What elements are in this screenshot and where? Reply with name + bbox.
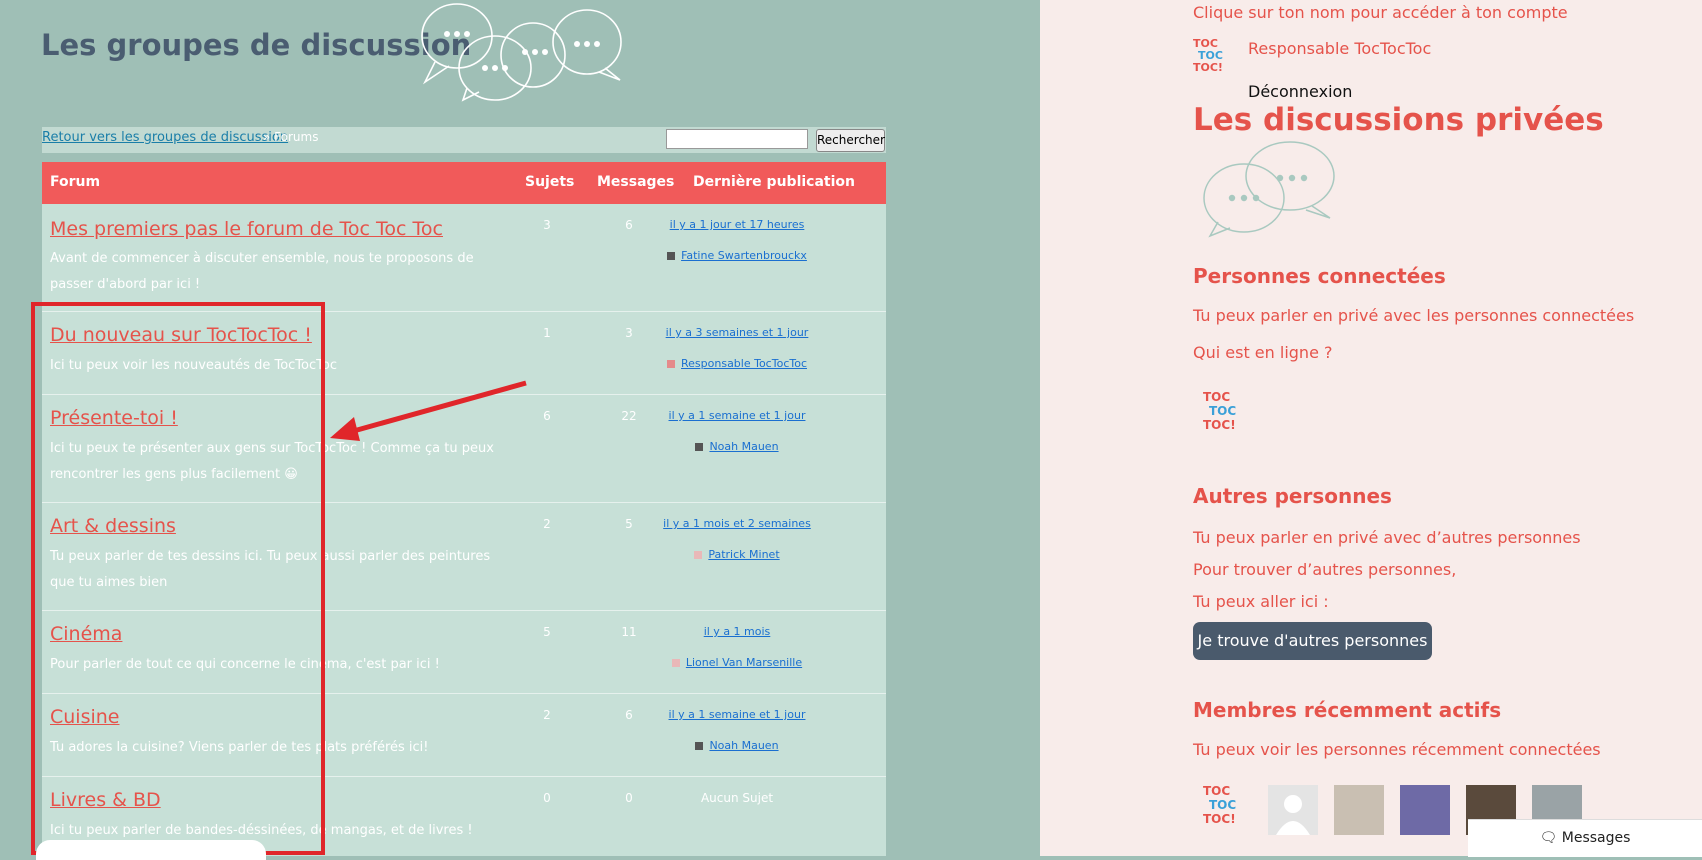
forum-panel: Les groupes de discussion Retour vers le… — [0, 0, 1040, 860]
last-post-author[interactable]: Fatine Swartenbrouckx — [594, 249, 880, 262]
find-people-button[interactable]: Je trouve d'autres personnes — [1193, 622, 1432, 660]
toctoctoc-logo[interactable]: TOC TOC TOC! — [1203, 391, 1247, 436]
others-title: Autres personnes — [1193, 484, 1392, 508]
header-messages: Messages — [597, 174, 675, 190]
account-hint: Clique sur ton nom pour accéder à ton co… — [1193, 3, 1568, 22]
chat-icon: 🗨 — [1539, 830, 1558, 846]
avatar[interactable] — [1334, 785, 1384, 835]
last-post-link[interactable]: il y a 1 semaine et 1 jour — [594, 708, 880, 721]
avatar[interactable] — [1268, 785, 1318, 835]
table-header: Forum Sujets Messages Dernière publicati… — [42, 162, 886, 204]
last-post-author[interactable]: Patrick Minet — [594, 548, 880, 561]
search-button[interactable]: Rechercher — [816, 129, 885, 152]
last-post-link[interactable]: il y a 1 mois — [594, 625, 880, 638]
avatar — [695, 443, 704, 451]
avatar[interactable] — [1400, 785, 1450, 835]
header-topics: Sujets — [525, 174, 575, 190]
annotation-arrow-icon — [330, 380, 527, 441]
topics-count: 2 — [543, 708, 551, 722]
last-post-author[interactable]: Lionel Van Marsenille — [594, 656, 880, 669]
topics-count: 3 — [543, 218, 551, 232]
avatar — [694, 551, 703, 559]
toctoctoc-logo[interactable]: TOC TOC TOC! — [1203, 785, 1247, 830]
last-post-link[interactable]: il y a 3 semaines et 1 jour — [594, 326, 880, 339]
search-input[interactable] — [666, 129, 808, 149]
avatar — [671, 659, 680, 667]
forum-toolbar: Retour vers les groupes de discussion » … — [42, 127, 886, 153]
last-post-link[interactable]: il y a 1 semaine et 1 jour — [594, 409, 880, 422]
connected-title: Personnes connectées — [1193, 264, 1446, 288]
bottom-tab — [36, 840, 266, 860]
logout-link[interactable]: Déconnexion — [1248, 82, 1352, 101]
topics-count: 0 — [543, 791, 551, 805]
private-discussions-title: Les discussions privées — [1193, 102, 1604, 138]
messages-button[interactable]: 🗨 Messages — [1468, 819, 1702, 857]
topics-count: 5 — [543, 625, 551, 639]
header-forum: Forum — [50, 174, 101, 190]
last-post-author[interactable]: Responsable TocTocToc — [594, 357, 880, 370]
breadcrumb-back-link[interactable]: Retour vers les groupes de discussion — [42, 130, 288, 145]
sidebar-panel: Clique sur ton nom pour accéder à ton co… — [1040, 0, 1702, 856]
others-text: Pour trouver d’autres personnes, — [1193, 560, 1457, 579]
connected-text: Tu peux parler en privé avec les personn… — [1193, 306, 1635, 325]
last-post-link[interactable]: il y a 1 mois et 2 semaines — [594, 517, 880, 530]
messages-label: Messages — [1561, 830, 1631, 846]
last-post-author[interactable]: Noah Mauen — [594, 440, 880, 453]
page-title: Les groupes de discussion — [41, 28, 472, 62]
highlight-box — [31, 302, 325, 855]
chat-bubbles-icon — [1203, 141, 1335, 238]
breadcrumb-current: » Forums — [263, 130, 319, 144]
recent-members-text: Tu peux voir les personnes récemment con… — [1193, 740, 1601, 759]
user-name-link[interactable]: Responsable TocTocToc — [1248, 39, 1431, 58]
avatar — [667, 252, 676, 260]
others-text: Tu peux parler en privé avec d’autres pe… — [1193, 528, 1581, 547]
toctoctoc-logo: TOC TOC TOC! — [1193, 37, 1223, 74]
avatar — [667, 360, 675, 368]
header-last-post: Dernière publication — [693, 174, 855, 190]
no-topic-label: Aucun Sujet — [700, 791, 774, 805]
others-text: Tu peux aller ici : — [1193, 592, 1329, 611]
forum-description: Avant de commencer à discuter ensemble, … — [50, 251, 474, 292]
topics-count: 2 — [543, 517, 551, 531]
forum-title-link[interactable]: Mes premiers pas le forum de Toc Toc Toc — [50, 218, 443, 240]
last-post-author[interactable]: Noah Mauen — [594, 739, 880, 752]
table-row: Mes premiers pas le forum de Toc Toc Toc… — [42, 204, 886, 312]
chat-bubbles-icon — [421, 3, 622, 102]
topics-count: 1 — [543, 326, 551, 340]
avatar — [695, 742, 704, 750]
recent-members-title: Membres récemment actifs — [1193, 698, 1502, 722]
who-online-link[interactable]: Qui est en ligne ? — [1193, 343, 1332, 362]
last-post-link[interactable]: il y a 1 jour et 17 heures — [594, 218, 880, 231]
